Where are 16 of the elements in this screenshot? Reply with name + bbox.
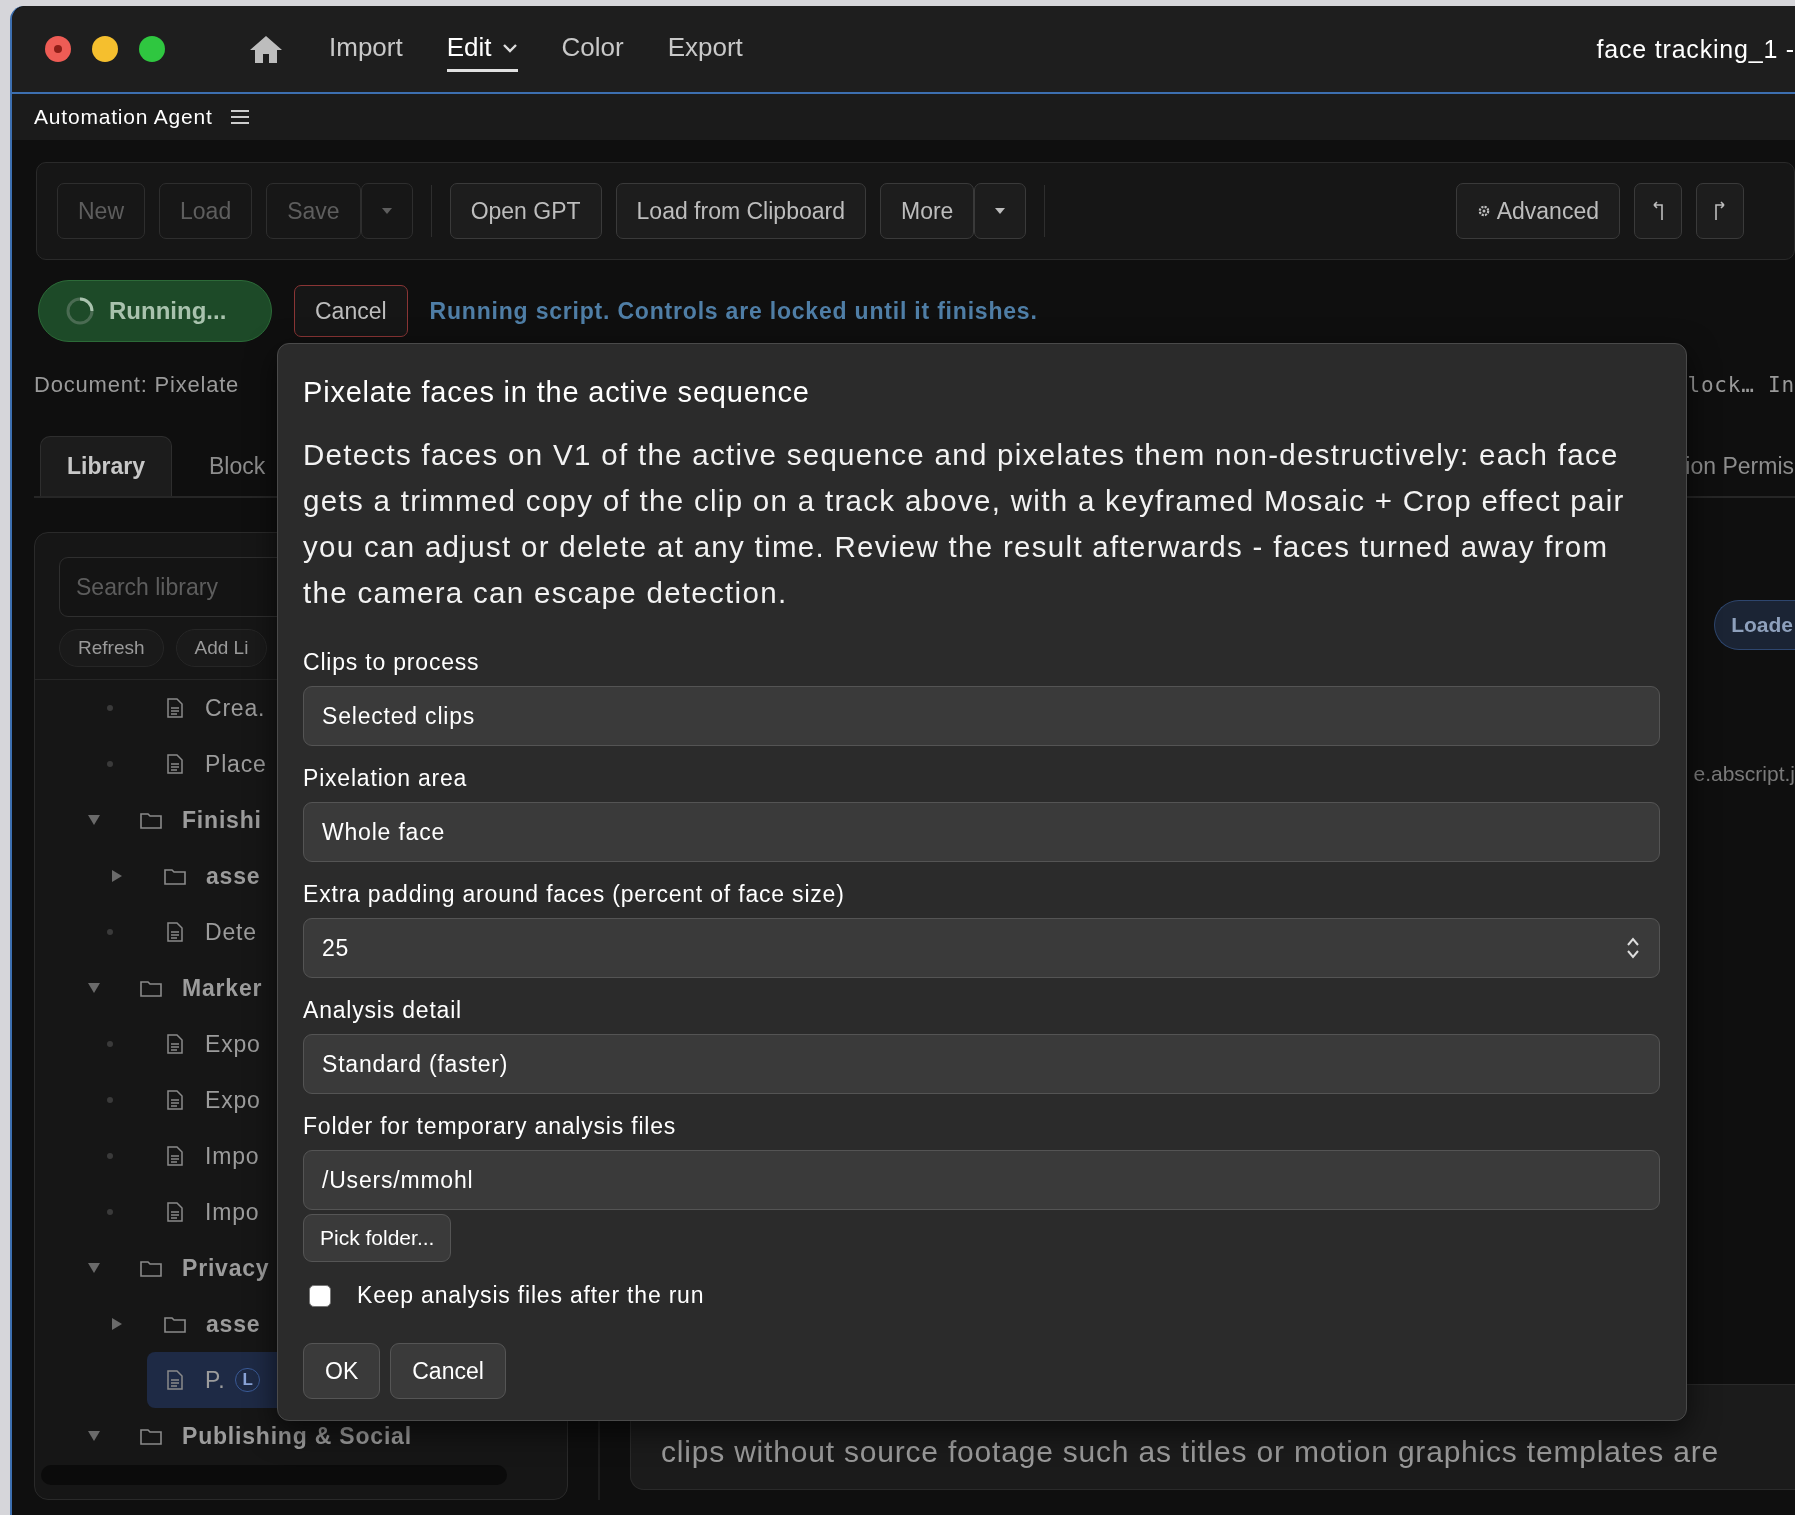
field-label: Folder for temporary analysis files xyxy=(303,1112,678,1141)
dialog-title: Pixelate faces in the active sequence xyxy=(303,375,811,410)
document-label: Document: Pixelate xyxy=(34,372,240,398)
panel-title: Automation Agent xyxy=(34,105,213,129)
field-label: Pixelation area xyxy=(303,764,469,793)
window-title: face tracking_1 - xyxy=(1596,34,1795,64)
field-label: Analysis detail xyxy=(303,996,464,1025)
description-text: clips without source footage such as titles or motion graphics templates are xyxy=(661,1435,1719,1470)
status-message: Running script. Controls are locked until it finishes. xyxy=(429,297,1038,325)
field-label: Clips to process xyxy=(303,648,481,677)
dialog-description: Detects faces on V1 of the active sequence and pixelates them non-destructively: each face gets a trimmed copy of the clip on a track above, with a keyframed Mosaic + Crop effect pair you can adjust or delete at any time. Review the result afterwards - faces turned away from the camera can escape detection. xyxy=(303,437,1626,611)
status-badge: Loade xyxy=(1714,600,1795,650)
file-name: e.abscript.j xyxy=(1693,762,1795,786)
checkbox-label: Keep analysis files after the run xyxy=(357,1282,705,1309)
field-label: Extra padding around faces (percent of face size) xyxy=(303,880,846,909)
document-info: lock… In xyxy=(1687,373,1795,397)
